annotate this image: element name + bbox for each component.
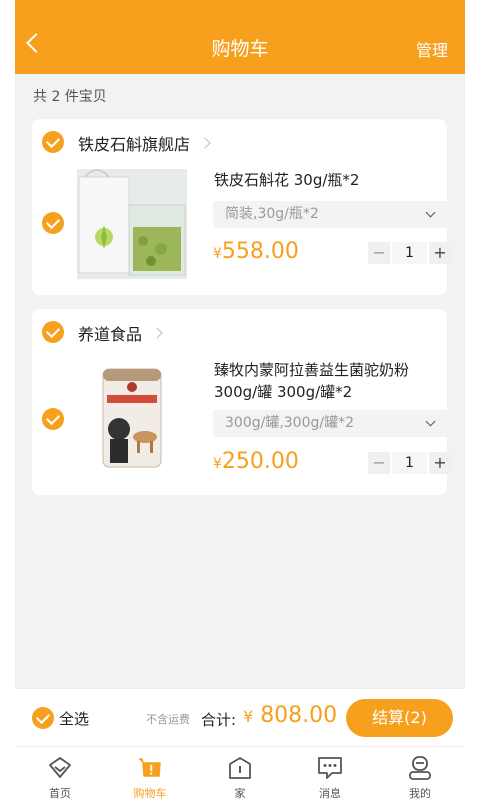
quantity-value[interactable]: 1 (390, 242, 429, 264)
page-title: 购物车 (211, 38, 269, 60)
shop-name[interactable]: 铁皮石斛旗舰店 (78, 131, 190, 155)
item-checkbox[interactable] (42, 212, 64, 234)
shop-checkbox[interactable] (42, 131, 64, 153)
tab-home[interactable]: 首页 (15, 747, 105, 800)
item-checkbox[interactable] (42, 408, 64, 430)
tab-label: 家 (234, 787, 246, 800)
decrease-button[interactable]: − (368, 452, 390, 474)
checkout-button[interactable]: 结算(2) (346, 699, 453, 737)
manage-button[interactable]: 管理 (416, 37, 448, 61)
spec-text: 简装,30g/瓶*2 (225, 206, 319, 222)
tab-cart[interactable]: 购物车 (105, 747, 195, 800)
tab-label: 购物车 (133, 787, 167, 800)
tab-label: 首页 (49, 787, 71, 800)
chevron-right-icon (199, 137, 211, 149)
currency-symbol: ¥ (213, 456, 222, 472)
shop-name[interactable]: 养道食品 (78, 321, 142, 345)
price-value: 558.00 (221, 239, 299, 264)
shop-card: 养道食品 臻牧内蒙阿拉善益生菌驼奶粉 300g/罐 300g/罐*2 300g/… (32, 309, 451, 495)
total-value: 808.00 (260, 703, 338, 728)
tab-messages[interactable]: 消息 (285, 747, 375, 800)
total-amount: ¥ 808.00 (243, 703, 337, 728)
no-shipping-note: 不含运费 (146, 713, 190, 726)
product-price: ¥558.00 (213, 239, 299, 264)
spec-selector[interactable]: 300g/罐,300g/罐*2 (213, 410, 450, 437)
quantity-value[interactable]: 1 (390, 452, 429, 474)
currency-symbol: ¥ (213, 246, 222, 262)
tab-label: 我的 (409, 787, 431, 800)
app-frame: 购物车 管理 共 2 件宝贝 铁皮石斛旗舰店 铁皮石斛花 30g/瓶*2 简装,… (15, 0, 465, 800)
price-value: 250.00 (221, 449, 299, 474)
tab-profile[interactable]: 我的 (375, 747, 465, 800)
chevron-right-icon (151, 327, 163, 339)
product-image[interactable] (77, 169, 187, 279)
total-label: 合计: (201, 711, 237, 729)
profile-icon (409, 756, 431, 780)
product-name[interactable]: 铁皮石斛花 30g/瓶*2 (214, 169, 439, 191)
shop-card: 铁皮石斛旗舰店 铁皮石斛花 30g/瓶*2 简装,30g/瓶*2 ¥558.00… (32, 119, 451, 295)
select-all-label[interactable]: 全选 (59, 708, 89, 729)
item-count: 共 2 件宝贝 (33, 89, 107, 105)
increase-button[interactable]: + (429, 242, 451, 264)
header-bar: 购物车 管理 (15, 0, 465, 74)
tab-label: 消息 (319, 787, 341, 800)
product-price: ¥250.00 (213, 449, 299, 474)
increase-button[interactable]: + (429, 452, 451, 474)
tab-bar: 首页 购物车 家 消息 我的 (15, 746, 465, 800)
cart-icon (139, 758, 161, 777)
tab-family[interactable]: 家 (195, 747, 285, 800)
select-all-checkbox[interactable] (32, 707, 54, 729)
spec-selector[interactable]: 简装,30g/瓶*2 (213, 201, 450, 228)
checkout-bar: 全选 不含运费 合计: ¥ 808.00 结算(2) (15, 688, 465, 746)
product-name-line2: 300g/罐 300g/罐*2 (214, 383, 353, 401)
chevron-down-icon (425, 416, 436, 427)
shop-checkbox[interactable] (42, 321, 64, 343)
house-icon (229, 757, 251, 779)
chevron-down-icon (425, 207, 436, 218)
quantity-stepper: − 1 + (368, 242, 451, 264)
product-name-line1: 臻牧内蒙阿拉善益生菌驼奶粉 (214, 361, 410, 379)
quantity-stepper: − 1 + (368, 452, 451, 474)
product-name[interactable]: 臻牧内蒙阿拉善益生菌驼奶粉 300g/罐 300g/罐*2 (214, 359, 439, 403)
home-icon (49, 757, 71, 778)
message-icon (318, 757, 342, 779)
product-image[interactable] (77, 363, 187, 473)
decrease-button[interactable]: − (368, 242, 390, 264)
spec-text: 300g/罐,300g/罐*2 (225, 415, 355, 431)
currency-symbol: ¥ (243, 707, 254, 726)
